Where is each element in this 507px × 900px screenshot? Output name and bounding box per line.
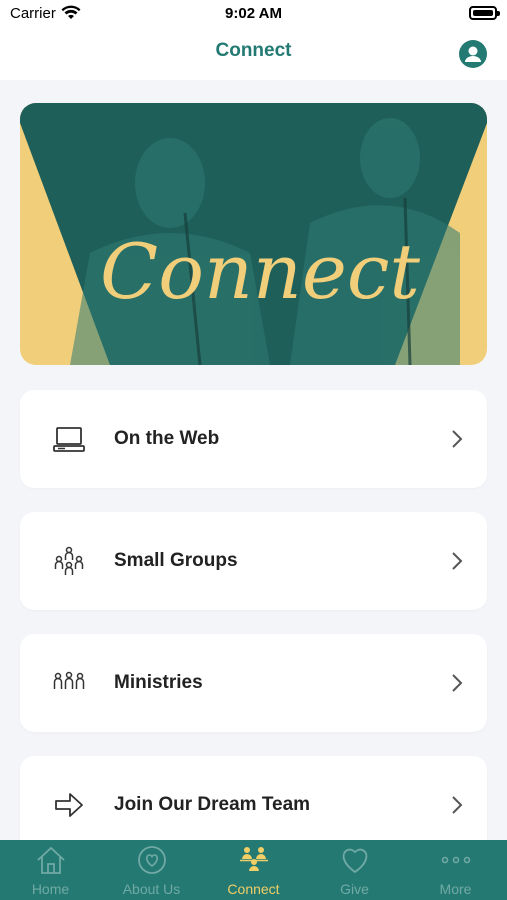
card-label: Ministries xyxy=(114,672,203,693)
card-label: On the Web xyxy=(114,428,220,449)
hero-text: Connect xyxy=(100,227,420,316)
profile-icon[interactable] xyxy=(459,40,487,68)
tab-label: Home xyxy=(31,881,70,897)
chevron-right-icon xyxy=(452,552,463,570)
home-icon xyxy=(37,846,65,874)
tab-about-us[interactable]: About Us xyxy=(101,840,202,900)
connect-people-icon xyxy=(240,847,268,871)
heart-circle-icon xyxy=(138,846,166,874)
chevron-right-icon xyxy=(452,430,463,448)
tab-more[interactable]: More xyxy=(405,840,506,900)
more-icon xyxy=(441,856,471,864)
card-label: Join Our Dream Team xyxy=(114,794,311,815)
status-bar: Carrier 9:02 AM xyxy=(0,0,507,28)
chevron-right-icon xyxy=(452,796,463,814)
tab-connect[interactable]: Connect xyxy=(203,840,304,900)
tab-label: Give xyxy=(340,881,369,897)
tab-give[interactable]: Give xyxy=(304,840,405,900)
tab-label: More xyxy=(439,881,472,897)
heart-icon xyxy=(342,848,368,874)
small-groups-card[interactable]: Small Groups xyxy=(20,512,487,610)
tab-label: Connect xyxy=(227,881,280,897)
on-the-web-card[interactable]: On the Web xyxy=(20,390,487,488)
tab-bar: Home About Us Connect Give More xyxy=(0,840,507,900)
people-icon xyxy=(53,671,85,689)
tab-label: About Us xyxy=(122,881,181,897)
ministries-card[interactable]: Ministries xyxy=(20,634,487,732)
page-title: Connect xyxy=(215,40,292,61)
top-bar: Carrier 9:02 AM Connect xyxy=(0,0,507,80)
hero-banner: Connect xyxy=(20,103,487,365)
battery-icon xyxy=(469,6,500,20)
chevron-right-icon xyxy=(452,674,463,692)
tab-home[interactable]: Home xyxy=(0,840,101,900)
clock: 9:02 AM xyxy=(225,5,282,22)
group-icon xyxy=(54,546,84,575)
arrow-right-icon xyxy=(55,793,83,817)
computer-icon xyxy=(53,427,85,452)
card-label: Small Groups xyxy=(114,550,238,571)
